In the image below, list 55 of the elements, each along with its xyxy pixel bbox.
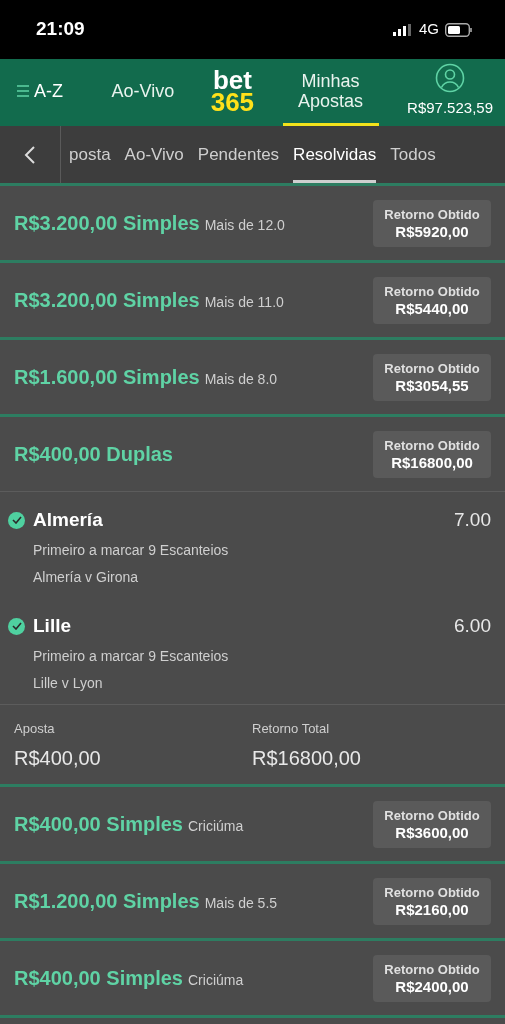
return-label: Retorno Obtido: [384, 360, 480, 377]
logo[interactable]: bet 365: [210, 59, 255, 126]
summary-label: Retorno Total: [252, 720, 331, 738]
menu-button[interactable]: A-Z: [4, 59, 75, 126]
account-button[interactable]: R$97.523,59: [407, 59, 493, 126]
return-value: R$2160,00: [395, 901, 469, 918]
market-name: Primeiro a marcar 9 Escanteios: [33, 540, 230, 560]
summary-label: Aposta: [14, 720, 56, 738]
selection-name: Almería: [33, 508, 103, 532]
return-label: Retorno Obtido: [384, 961, 480, 978]
battery-icon: [445, 22, 473, 37]
bet-title: R$1.200,00 Simples: [14, 889, 200, 914]
filter-tab[interactable]: Resolvidas: [293, 126, 377, 183]
return-label: Retorno Obtido: [384, 807, 480, 824]
return-value: R$3054,55: [395, 377, 469, 394]
user-icon: [435, 62, 466, 93]
return-label: Retorno Obtido: [384, 437, 480, 454]
return-value: R$5440,00: [395, 300, 469, 317]
chevron-left-icon: [24, 145, 36, 164]
bet-title: R$1.600,00 Simples: [14, 365, 200, 390]
bet-title: R$400,00 Simples: [14, 966, 183, 991]
filter-tab[interactable]: Todos: [390, 126, 436, 183]
bet-selection: Mais de 8.0: [204, 370, 278, 389]
event-name: Lille v Lyon: [33, 673, 104, 693]
return-value: R$5920,00: [395, 223, 469, 240]
bet-selection: Mais de 11.0: [204, 293, 284, 312]
return-value: R$3600,00: [395, 824, 469, 841]
bet-selection: Criciúma: [188, 971, 244, 990]
filter-tab[interactable]: Ao-Vivo: [124, 126, 184, 183]
bet-title: R$400,00 Simples: [14, 812, 183, 837]
nav-link[interactable]: Ao-Vivo: [103, 59, 183, 126]
status-time: 21:09: [36, 17, 85, 42]
return-label: Retorno Obtido: [384, 206, 480, 223]
return-label: Retorno Obtido: [384, 283, 480, 300]
bet-selection: Mais de 5.5: [204, 894, 278, 913]
filter-tab[interactable]: Pendentes: [197, 126, 280, 183]
menu-icon: [16, 85, 30, 97]
selection-name: Lille: [33, 614, 71, 638]
summary-value: R$400,00: [14, 745, 102, 771]
return-value: R$2400,00: [395, 978, 469, 995]
market-name: Primeiro a marcar 9 Escanteios: [33, 646, 230, 666]
filter-tab[interactable]: posta: [69, 126, 111, 183]
signal-icon: [393, 23, 413, 36]
bet-title: R$3.200,00 Simples: [14, 211, 200, 236]
selection-odds: 7.00: [454, 508, 491, 532]
network-type: 4G: [419, 19, 439, 40]
bet-title: R$3.200,00 Simples: [14, 288, 200, 313]
bet-selection: Mais de 12.0: [204, 216, 285, 235]
return-value: R$16800,00: [391, 454, 473, 471]
bet-title: R$400,00 Duplas: [14, 442, 173, 467]
event-name: Almería v Girona: [33, 567, 140, 587]
return-label: Retorno Obtido: [384, 884, 480, 901]
selection-odds: 6.00: [454, 614, 491, 638]
bet-selection: Criciúma: [188, 817, 244, 836]
summary-value: R$16800,00: [252, 745, 362, 771]
